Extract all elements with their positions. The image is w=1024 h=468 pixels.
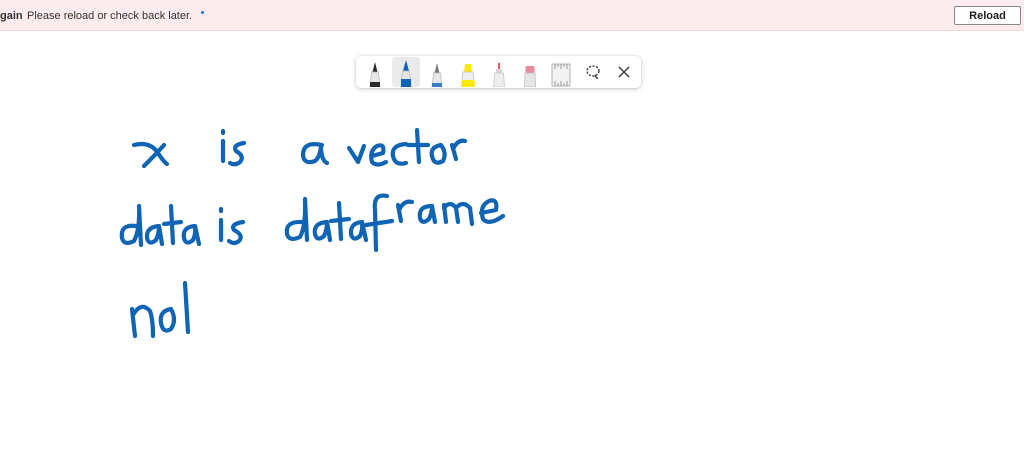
highlighter-icon <box>461 64 475 87</box>
ink-stroke-data-1 <box>119 203 202 248</box>
ballpoint-pen-tool[interactable] <box>361 57 389 87</box>
pencil-tool[interactable] <box>423 57 451 87</box>
banner-dot-icon <box>201 11 204 14</box>
lasso-select-tool[interactable] <box>579 57 607 87</box>
highlighter-tool[interactable] <box>454 57 482 87</box>
error-banner: gain Please reload or check back later. … <box>0 0 1024 31</box>
eraser-icon <box>524 66 537 87</box>
lasso-select-icon <box>585 65 600 80</box>
pen-tool[interactable] <box>392 57 420 87</box>
ruler-icon <box>551 63 571 87</box>
inking-toolbar <box>356 56 641 88</box>
close-toolbar-button[interactable] <box>610 57 638 87</box>
ruler-tool[interactable] <box>548 57 576 87</box>
ink-stroke-is-1 <box>220 128 247 167</box>
pen-icon <box>400 60 412 87</box>
ballpoint-pen-icon <box>369 62 381 87</box>
ink-stroke-is-2 <box>218 206 246 246</box>
ink-stroke-a-1 <box>300 142 330 166</box>
close-icon <box>618 66 630 78</box>
ink-stroke-x <box>131 141 170 169</box>
eraser-tool[interactable] <box>517 57 545 87</box>
ink-stroke-dataframe <box>284 193 506 253</box>
banner-title: gain <box>0 10 23 22</box>
banner-message: Please reload or check back later. <box>27 10 193 22</box>
ink-stroke-vector <box>346 127 468 167</box>
reload-button[interactable]: Reload <box>954 6 1021 25</box>
marker-tool[interactable] <box>485 57 513 87</box>
ink-canvas[interactable] <box>0 90 1024 468</box>
ink-stroke-nol <box>129 280 191 339</box>
pencil-icon <box>431 63 443 87</box>
marker-icon <box>493 63 506 87</box>
